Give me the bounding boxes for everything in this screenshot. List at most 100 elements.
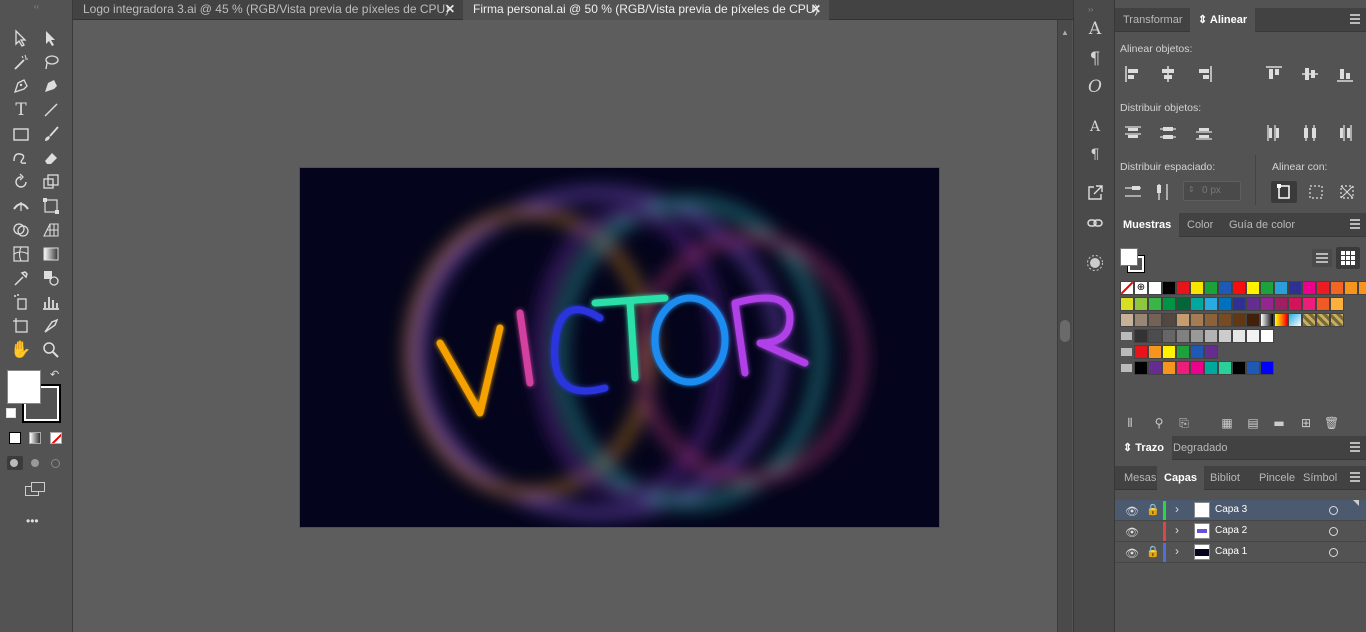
swatch[interactable] (1218, 329, 1232, 343)
width-tool-icon[interactable] (9, 195, 33, 217)
vertical-scrollbar[interactable]: ▲ (1057, 20, 1072, 632)
swatch[interactable] (1134, 345, 1148, 359)
swatch[interactable] (1302, 313, 1316, 327)
swatch[interactable] (1246, 329, 1260, 343)
swatch[interactable] (1246, 313, 1260, 327)
vertical-distribute-space-icon[interactable] (1124, 183, 1142, 201)
swatch[interactable] (1246, 297, 1260, 311)
swatch[interactable] (1162, 345, 1176, 359)
align-top-icon[interactable] (1265, 65, 1283, 83)
swatch[interactable] (1260, 329, 1274, 343)
swatch[interactable] (1204, 361, 1218, 375)
swatch[interactable] (1176, 281, 1190, 295)
swatch[interactable] (1134, 313, 1148, 327)
panel-menu-icon[interactable] (1350, 14, 1360, 24)
distribute-top-icon[interactable] (1124, 124, 1142, 142)
fill-swatch[interactable] (7, 370, 41, 404)
blend-tool-icon[interactable] (39, 267, 63, 289)
align-bottom-icon[interactable] (1336, 65, 1354, 83)
direct-selection-tool-icon[interactable] (39, 27, 63, 49)
swatch[interactable] (1246, 361, 1260, 375)
swatch[interactable] (1120, 281, 1134, 295)
visibility-eye-icon[interactable]: 👁 (1125, 547, 1139, 560)
new-swatch-icon[interactable]: ⊞ (1299, 416, 1313, 430)
swatch[interactable] (1274, 313, 1288, 327)
swatch[interactable] (1288, 297, 1302, 311)
swatch[interactable] (1302, 297, 1316, 311)
free-transform-tool-icon[interactable] (39, 195, 63, 217)
delete-swatch-icon[interactable]: 🗑 (1324, 416, 1339, 430)
panel-menu-icon[interactable] (1350, 442, 1360, 452)
swatch[interactable] (1330, 313, 1344, 327)
tab-color[interactable]: Color (1179, 213, 1221, 237)
swatch[interactable] (1232, 297, 1246, 311)
align-vertical-center-icon[interactable] (1301, 65, 1319, 83)
swatch[interactable] (1148, 281, 1162, 295)
swatch[interactable] (1246, 281, 1260, 295)
swatch[interactable] (1330, 281, 1344, 295)
scroll-up-icon[interactable]: ▲ (1061, 28, 1069, 37)
pen-tool-icon[interactable] (9, 75, 33, 97)
swatch-kind-icon[interactable]: ⚲ (1152, 416, 1166, 430)
swatch[interactable] (1162, 313, 1176, 327)
none-mode-icon[interactable] (50, 432, 62, 444)
expand-chevron-icon[interactable]: › (1175, 544, 1179, 558)
swatch[interactable] (1148, 361, 1162, 375)
distribute-right-icon[interactable] (1336, 124, 1354, 142)
scrollbar-thumb[interactable] (1060, 320, 1070, 342)
export-icon[interactable] (1084, 184, 1106, 206)
swatch[interactable] (1134, 297, 1148, 311)
scale-tool-icon[interactable] (39, 171, 63, 193)
shaper-tool-icon[interactable] (9, 147, 33, 169)
swatch[interactable] (1232, 361, 1246, 375)
gradient-mode-icon[interactable] (29, 432, 41, 444)
expand-chevron-icon[interactable]: › (1175, 502, 1179, 516)
swatch[interactable] (1204, 281, 1218, 295)
swatch[interactable] (1232, 313, 1246, 327)
draw-behind-icon[interactable] (29, 456, 43, 470)
paragraph-panel-icon[interactable]: ¶ (1084, 48, 1106, 70)
swatch[interactable] (1176, 313, 1190, 327)
hand-tool-icon[interactable]: ✋ (9, 339, 33, 361)
swap-fill-stroke-icon[interactable]: ↶ (50, 368, 59, 381)
align-to-selection-button[interactable] (1271, 181, 1297, 203)
artboard[interactable] (299, 167, 940, 528)
swatch[interactable] (1232, 329, 1246, 343)
distribute-vertical-center-icon[interactable] (1159, 124, 1177, 142)
perspective-grid-tool-icon[interactable] (39, 219, 63, 241)
swatch[interactable] (1260, 281, 1274, 295)
new-swatch-group-icon[interactable]: ▤ (1246, 416, 1260, 430)
swatch[interactable] (1204, 297, 1218, 311)
character-styles-icon[interactable]: A (1084, 116, 1106, 138)
edit-toolbar-icon[interactable]: ••• (26, 514, 39, 528)
swatch[interactable]: ⊕ (1134, 281, 1148, 295)
close-icon[interactable]: ✕ (811, 0, 821, 19)
spacing-input[interactable]: ⇕ 0 px (1183, 181, 1241, 201)
shape-builder-tool-icon[interactable] (9, 219, 33, 241)
align-horizontal-center-icon[interactable] (1159, 65, 1177, 83)
swatch[interactable] (1134, 329, 1148, 343)
target-circle-icon[interactable] (1329, 527, 1338, 536)
swatch-libraries-icon[interactable]: ⫴ (1123, 416, 1137, 430)
swatch[interactable] (1344, 281, 1358, 295)
lasso-tool-icon[interactable] (39, 51, 63, 73)
tab-transformar[interactable]: Transformar (1115, 8, 1191, 32)
paragraph-styles-icon[interactable]: ¶ (1084, 144, 1106, 166)
eraser-tool-icon[interactable] (39, 147, 63, 169)
type-tool-icon[interactable]: T (9, 99, 33, 121)
swatch-options-icon[interactable]: ⎘ (1177, 416, 1191, 430)
symbol-sprayer-tool-icon[interactable] (9, 291, 33, 313)
tab-capas[interactable]: Capas (1157, 466, 1205, 490)
tab-alinear[interactable]: ⇕ Alinear (1190, 8, 1256, 32)
swatch[interactable] (1288, 281, 1302, 295)
swatch[interactable] (1120, 313, 1134, 327)
opentype-panel-icon[interactable]: O (1084, 76, 1106, 98)
thumbnail-view-icon[interactable] (1336, 247, 1360, 269)
swatch[interactable] (1190, 313, 1204, 327)
target-circle-icon[interactable] (1329, 506, 1338, 515)
stepper-icon[interactable]: ⇕ (1188, 181, 1195, 199)
swatch[interactable] (1176, 329, 1190, 343)
swatch[interactable] (1148, 313, 1162, 327)
tab-simbol[interactable]: Símbol (1295, 466, 1345, 490)
swatch[interactable] (1260, 313, 1274, 327)
